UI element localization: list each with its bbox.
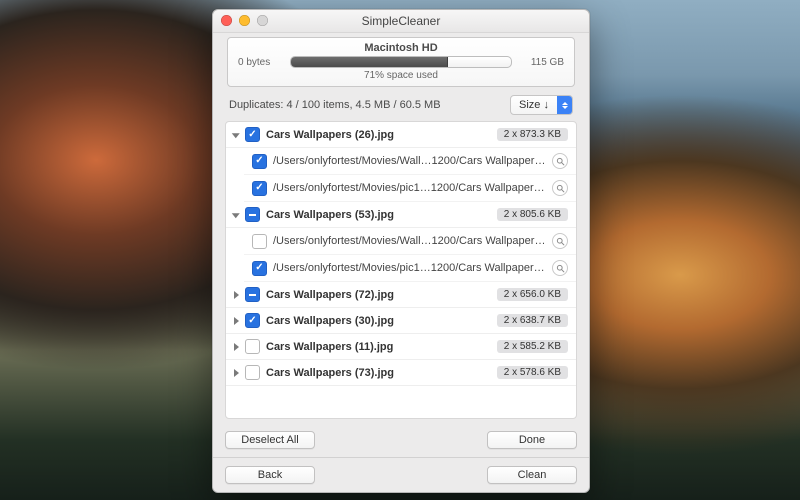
group-checkbox[interactable]: [245, 127, 260, 142]
file-path: /Users/onlyfortest/Movies/Wall…1200/Cars…: [273, 155, 546, 167]
minimize-window-icon[interactable]: [239, 15, 250, 26]
file-path: /Users/onlyfortest/Movies/pic1…1200/Cars…: [273, 262, 546, 274]
disk-usage-panel: Macintosh HD 0 bytes 115 GB 71% space us…: [227, 37, 575, 87]
disk-min-label: 0 bytes: [238, 57, 282, 68]
disclosure-triangle-icon[interactable]: [234, 291, 239, 299]
duplicate-group-header[interactable]: Cars Wallpapers (53).jpg 2 x 805.6 KB: [226, 202, 576, 228]
file-checkbox[interactable]: [252, 154, 267, 169]
group-checkbox[interactable]: [245, 287, 260, 302]
duplicate-group-header[interactable]: Cars Wallpapers (73).jpg 2 x 578.6 KB: [226, 360, 576, 386]
group-checkbox[interactable]: [245, 207, 260, 222]
duplicate-group-header[interactable]: Cars Wallpapers (72).jpg 2 x 656.0 KB: [226, 282, 576, 308]
disk-name: Macintosh HD: [238, 42, 564, 54]
file-checkbox[interactable]: [252, 234, 267, 249]
file-path: /Users/onlyfortest/Movies/Wall…1200/Cars…: [273, 235, 546, 247]
group-checkbox[interactable]: [245, 313, 260, 328]
disk-usage-fill: [291, 57, 448, 67]
zoom-window-icon[interactable]: [257, 15, 268, 26]
duplicate-file-row[interactable]: /Users/onlyfortest/Movies/Wall…1200/Cars…: [244, 228, 576, 255]
file-path: /Users/onlyfortest/Movies/pic1…1200/Cars…: [273, 182, 546, 194]
group-checkbox[interactable]: [245, 365, 260, 380]
duplicate-file-row[interactable]: /Users/onlyfortest/Movies/pic1…1200/Cars…: [244, 175, 576, 202]
group-size-badge: 2 x 578.6 KB: [497, 366, 568, 379]
duplicate-file-row[interactable]: /Users/onlyfortest/Movies/Wall…1200/Cars…: [244, 148, 576, 175]
file-checkbox[interactable]: [252, 261, 267, 276]
duplicate-group-header[interactable]: Cars Wallpapers (30).jpg 2 x 638.7 KB: [226, 308, 576, 334]
titlebar[interactable]: SimpleCleaner: [213, 10, 589, 33]
disk-max-label: 115 GB: [520, 57, 564, 68]
disclosure-triangle-icon[interactable]: [234, 369, 239, 377]
duplicate-file-row[interactable]: /Users/onlyfortest/Movies/pic1…1200/Cars…: [244, 255, 576, 282]
disk-usage-bar: [290, 56, 512, 68]
reveal-in-finder-icon[interactable]: [552, 180, 568, 196]
deselect-all-button[interactable]: Deselect All: [225, 431, 315, 449]
duplicates-summary: Duplicates: 4 / 100 items, 4.5 MB / 60.5…: [229, 99, 441, 111]
group-size-badge: 2 x 638.7 KB: [497, 314, 568, 327]
disclosure-triangle-icon[interactable]: [232, 133, 240, 138]
footer-buttons-row: Back Clean: [213, 457, 589, 492]
reveal-in-finder-icon[interactable]: [552, 153, 568, 169]
disclosure-triangle-icon[interactable]: [234, 317, 239, 325]
group-size-badge: 2 x 585.2 KB: [497, 340, 568, 353]
group-name: Cars Wallpapers (30).jpg: [266, 315, 491, 327]
close-window-icon[interactable]: [221, 15, 232, 26]
group-name: Cars Wallpapers (73).jpg: [266, 367, 491, 379]
popup-stepper-icon: [557, 96, 572, 114]
file-checkbox[interactable]: [252, 181, 267, 196]
group-name: Cars Wallpapers (53).jpg: [266, 209, 491, 221]
sort-popup-label: Size ↓: [511, 99, 557, 111]
info-row: Duplicates: 4 / 100 items, 4.5 MB / 60.5…: [213, 87, 589, 121]
list-buttons-row: Deselect All Done: [213, 425, 589, 457]
duplicates-list[interactable]: Cars Wallpapers (26).jpg 2 x 873.3 KB/Use…: [225, 121, 577, 419]
traffic-lights: [221, 15, 268, 26]
disclosure-triangle-icon[interactable]: [234, 343, 239, 351]
done-button[interactable]: Done: [487, 431, 577, 449]
reveal-in-finder-icon[interactable]: [552, 260, 568, 276]
app-window: SimpleCleaner Macintosh HD 0 bytes 115 G…: [212, 9, 590, 493]
group-name: Cars Wallpapers (72).jpg: [266, 289, 491, 301]
group-size-badge: 2 x 805.6 KB: [497, 208, 568, 221]
disclosure-triangle-icon[interactable]: [232, 213, 240, 218]
group-name: Cars Wallpapers (11).jpg: [266, 341, 491, 353]
duplicate-group-header[interactable]: Cars Wallpapers (26).jpg 2 x 873.3 KB: [226, 122, 576, 148]
window-title: SimpleCleaner: [362, 14, 441, 28]
group-size-badge: 2 x 656.0 KB: [497, 288, 568, 301]
reveal-in-finder-icon[interactable]: [552, 233, 568, 249]
sort-popup[interactable]: Size ↓: [510, 95, 573, 115]
disk-usage-text: 71% space used: [238, 70, 564, 81]
clean-button[interactable]: Clean: [487, 466, 577, 484]
back-button[interactable]: Back: [225, 466, 315, 484]
group-checkbox[interactable]: [245, 339, 260, 354]
group-size-badge: 2 x 873.3 KB: [497, 128, 568, 141]
duplicate-group-header[interactable]: Cars Wallpapers (11).jpg 2 x 585.2 KB: [226, 334, 576, 360]
group-name: Cars Wallpapers (26).jpg: [266, 129, 491, 141]
